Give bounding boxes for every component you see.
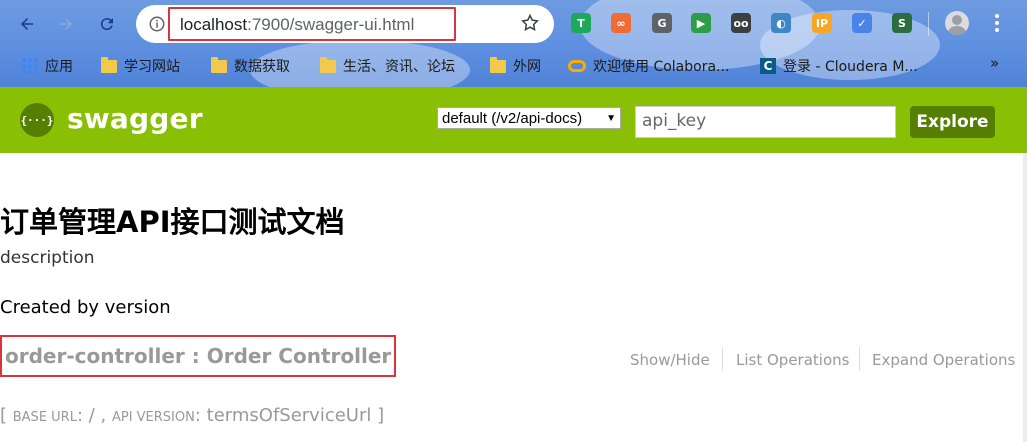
- infinity-icon[interactable]: ∞: [611, 13, 631, 33]
- base-url-info: [ Base url: / , Api version: termsOfServ…: [0, 405, 385, 426]
- s-extension-icon[interactable]: S: [892, 13, 912, 33]
- folder-icon: [490, 56, 506, 73]
- expand-operations-link[interactable]: Expand Operations: [872, 349, 1015, 371]
- api-title: 订单管理API接口测试文档: [0, 205, 345, 239]
- bird-icon[interactable]: ✓: [852, 13, 872, 33]
- url-highlight-box: localhost:7900/swagger-ui.html: [168, 7, 456, 41]
- menu-dots-icon[interactable]: [992, 12, 1002, 36]
- controller-highlight-box: order-controller : Order Controller: [0, 335, 396, 377]
- api-spec-select[interactable]: default (/v2/api-docs) ▼: [437, 107, 621, 129]
- swagger-logo-icon: {···}: [20, 103, 54, 137]
- bookmark-study[interactable]: 学习网站: [101, 54, 180, 78]
- toolbar-separator: [928, 12, 929, 36]
- shield-icon[interactable]: ▶: [691, 13, 711, 33]
- controller-title-link[interactable]: order-controller : Order Controller: [5, 344, 391, 368]
- bookmark-colab[interactable]: 欢迎使用 Colabora...: [568, 54, 729, 78]
- base-url-label: Base url: [12, 410, 77, 425]
- bookmark-label: 欢迎使用 Colabora...: [593, 59, 730, 75]
- arrow-left-icon: [21, 18, 33, 30]
- translate-icon[interactable]: G: [652, 13, 672, 33]
- api-created-by: Created by version: [0, 297, 171, 318]
- bookmark-label: 生活、资讯、论坛: [343, 59, 455, 75]
- api-description: description: [0, 248, 95, 268]
- bookmark-foreign[interactable]: 外网: [490, 54, 541, 78]
- bookmark-label: 应用: [45, 59, 73, 75]
- bookmark-label: 外网: [513, 59, 541, 75]
- url-text[interactable]: localhost:7900/swagger-ui.html: [180, 15, 414, 35]
- info-icon[interactable]: [148, 15, 166, 33]
- arrow-right-icon: [60, 18, 72, 30]
- api-version-label: Api version: [111, 410, 195, 425]
- operations-separator: [859, 347, 860, 371]
- back-button[interactable]: [13, 10, 41, 38]
- show-hide-link[interactable]: Show/Hide: [630, 349, 710, 371]
- bookmark-apps[interactable]: 应用: [22, 54, 73, 78]
- api-spec-select-value: default (/v2/api-docs): [442, 109, 583, 127]
- dropdown-arrow-icon: ▼: [606, 112, 616, 124]
- swagger-logo-text[interactable]: swagger: [67, 102, 203, 135]
- bookmark-label: 数据获取: [234, 59, 290, 75]
- ip-icon[interactable]: IP: [812, 13, 832, 33]
- reload-button[interactable]: [93, 10, 121, 38]
- bookmark-cloudera[interactable]: C 登录 - Cloudera M...: [760, 54, 918, 78]
- globe-icon[interactable]: ◐: [771, 13, 791, 33]
- operations-separator: [722, 347, 723, 371]
- folder-icon: [320, 56, 336, 73]
- bookmark-label: 登录 - Cloudera M...: [783, 59, 918, 75]
- tampermonkey-icon[interactable]: T: [571, 13, 591, 33]
- bookmark-star-icon[interactable]: [520, 13, 540, 33]
- bookmark-label: 学习网站: [124, 59, 180, 75]
- colab-icon: [568, 60, 586, 72]
- cloudera-icon: C: [760, 58, 776, 74]
- bookmark-data[interactable]: 数据获取: [211, 54, 290, 78]
- bookmark-life[interactable]: 生活、资讯、论坛: [320, 54, 455, 78]
- folder-icon: [101, 56, 117, 73]
- profile-avatar[interactable]: [945, 11, 969, 35]
- explore-button[interactable]: Explore: [910, 106, 995, 138]
- browser-toolbar: localhost:7900/swagger-ui.html T ∞ G ▶ oo ◐ IP…: [0, 0, 1027, 87]
- folder-icon: [211, 56, 227, 73]
- swagger-header: {···} swagger default (/v2/api-docs) ▼ a…: [0, 87, 1027, 153]
- apps-grid-icon: [22, 58, 38, 74]
- reload-icon: [100, 18, 113, 31]
- glasses-icon[interactable]: oo: [731, 13, 751, 33]
- forward-button[interactable]: [52, 10, 80, 38]
- list-operations-link[interactable]: List Operations: [736, 349, 849, 371]
- api-key-input[interactable]: api_key: [635, 106, 896, 138]
- scrollbar-track[interactable]: [1023, 153, 1027, 442]
- bookmarks-more-icon[interactable]: »: [990, 54, 999, 72]
